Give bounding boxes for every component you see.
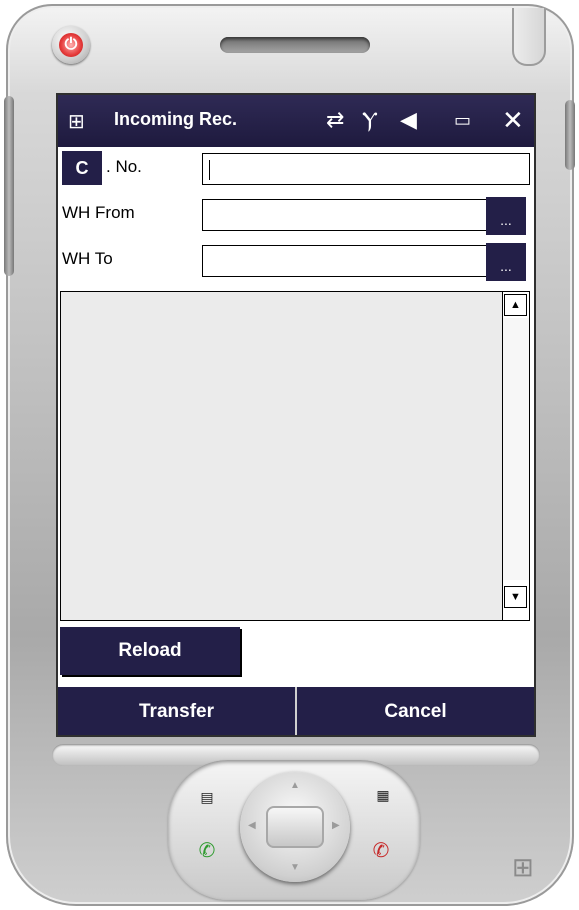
left-side-button[interactable] [4,96,14,276]
speaker-grille [220,37,370,53]
wh-to-row: WH To ... [58,239,534,283]
wh-from-label: WH From [62,203,135,222]
title-bar: ⊞ Incoming Rec. ⇄ Ⲩ ◀ ▭ ✕ [58,95,534,147]
soft-key-bar: Transfer Cancel [58,687,534,735]
vertical-scrollbar[interactable]: ▲ ▼ [502,292,529,620]
windows-logo-icon: ⊞ [512,852,534,882]
scroll-down-arrow-icon[interactable]: ▼ [504,586,527,608]
doc-no-input[interactable] [202,153,530,185]
cancel-button[interactable]: Cancel [297,687,534,735]
signal-off-icon[interactable]: Ⲩ [362,107,378,133]
text-caret [209,160,210,180]
contacts-key-icon[interactable]: ▤ [194,786,220,808]
wh-from-lookup-button[interactable]: ... [486,197,526,235]
battery-icon[interactable]: ▭ [454,107,471,133]
power-icon: ⏻ [59,33,83,57]
dpad-right-arrow-icon: ▶ [332,820,340,831]
dpad-up-arrow-icon: ▲ [290,780,300,791]
connectivity-icon[interactable]: ⇄ [326,107,344,133]
stylus-slot [512,8,546,66]
wh-from-input[interactable] [202,199,488,231]
calendar-key-icon[interactable]: ▦ [370,784,396,806]
c-button[interactable]: C [62,151,102,185]
doc-no-row: C . No. [58,147,534,191]
dpad-left-arrow-icon: ◀ [248,820,256,831]
scrollbar-track[interactable] [503,318,529,580]
items-listbox[interactable]: ▲ ▼ [60,291,530,621]
call-key-icon[interactable]: ✆ [194,840,220,862]
dpad-down-arrow-icon: ▼ [290,862,300,873]
close-icon[interactable]: ✕ [502,107,524,133]
doc-no-label: . No. [106,157,142,176]
windows-logo-icon[interactable]: ⊞ [68,109,85,134]
scroll-up-arrow-icon[interactable]: ▲ [504,294,527,316]
window-title: Incoming Rec. [114,109,238,129]
dpad-center-button[interactable] [266,806,324,848]
reload-button[interactable]: Reload [60,627,240,675]
wh-from-row: WH From ... [58,193,534,237]
end-call-key-icon[interactable]: ✆ [368,840,394,862]
wh-to-lookup-button[interactable]: ... [486,243,526,281]
wh-to-label: WH To [62,249,113,268]
device-screen: ⊞ Incoming Rec. ⇄ Ⲩ ◀ ▭ ✕ C . No. WH Fro… [56,93,536,737]
transfer-button[interactable]: Transfer [58,687,295,735]
power-button[interactable]: ⏻ [52,26,90,64]
volume-icon[interactable]: ◀ [400,107,417,133]
right-side-button[interactable] [565,100,575,170]
wh-to-input[interactable] [202,245,488,277]
